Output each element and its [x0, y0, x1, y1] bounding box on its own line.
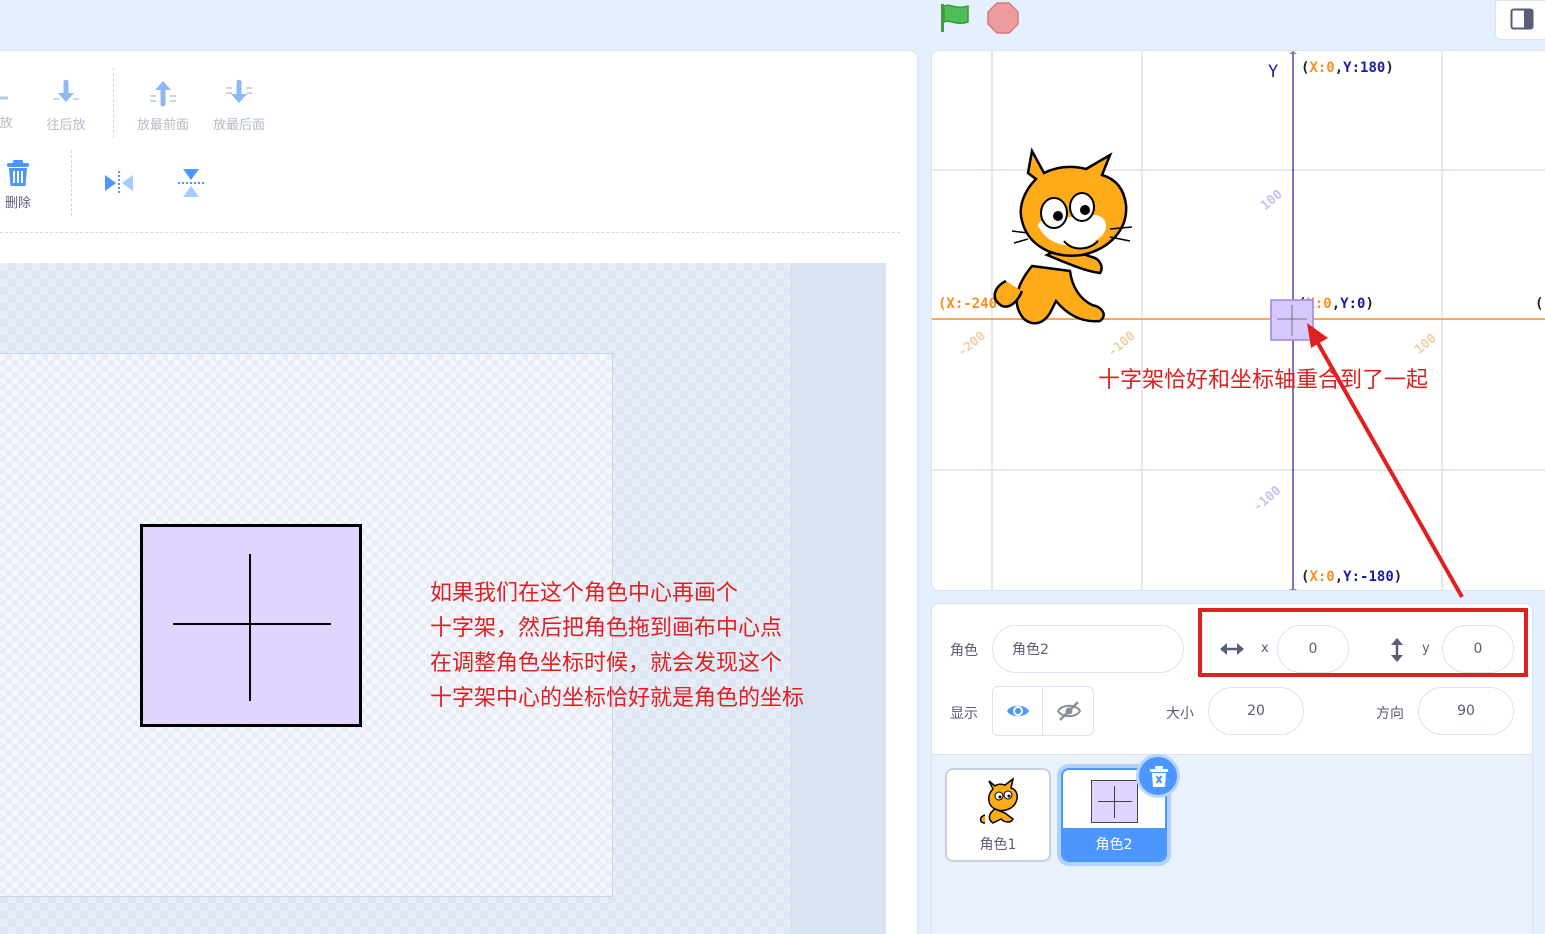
annotation-arrow [1307, 323, 1464, 598]
